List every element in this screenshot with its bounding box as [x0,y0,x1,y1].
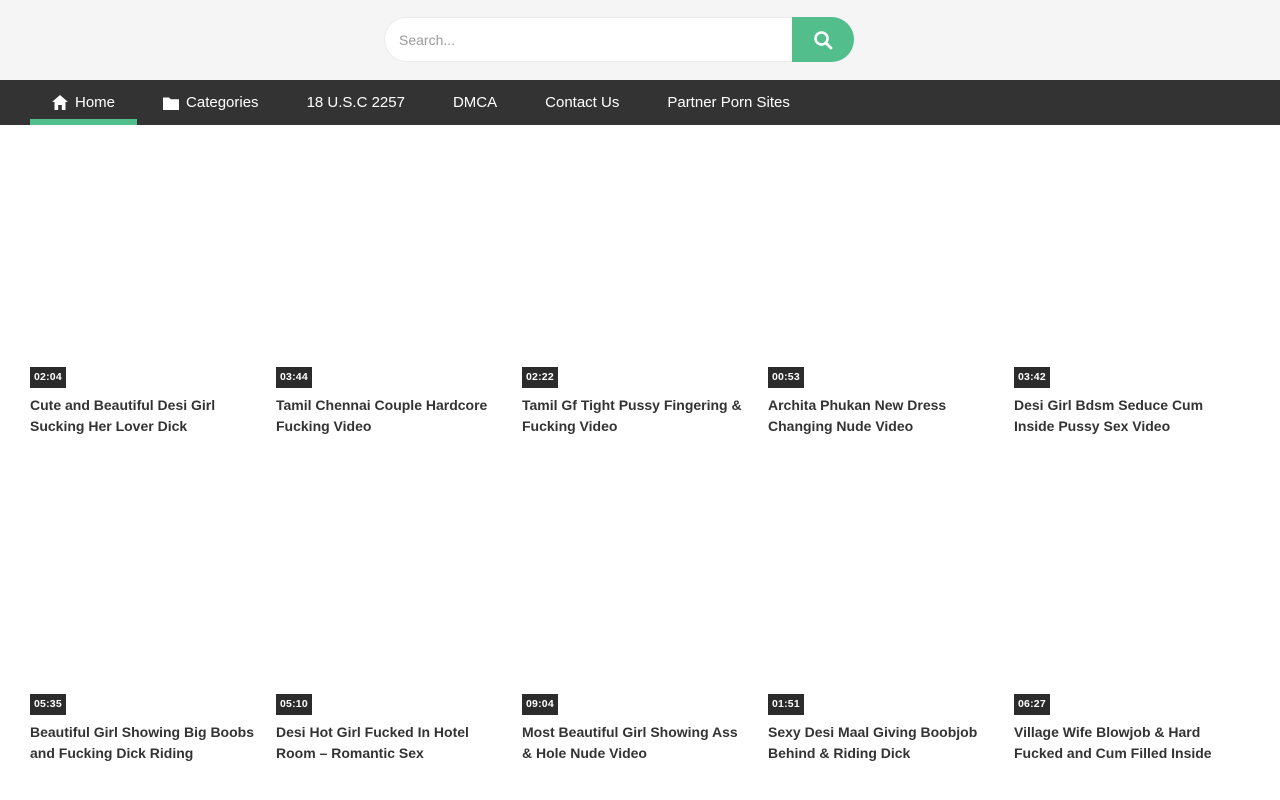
video-thumbnail[interactable]: 02:04 [30,141,263,388]
home-icon [52,95,68,110]
duration-badge: 05:35 [30,694,66,715]
video-card[interactable]: 06:27 Village Wife Blowjob & Hard Fucked… [1014,468,1247,764]
search-form [384,17,854,62]
video-title[interactable]: Desi Girl Bdsm Seduce Cum Inside Pussy S… [1014,395,1242,437]
duration-badge: 03:44 [276,367,312,388]
nav-item-label: Partner Porn Sites [667,94,790,111]
video-thumbnail[interactable]: 00:53 [768,141,1001,388]
video-title[interactable]: Most Beautiful Girl Showing Ass & Hole N… [522,722,750,764]
video-thumbnail[interactable]: 09:04 [522,468,755,715]
nav-item-label: 18 U.S.C 2257 [307,94,405,111]
duration-badge: 06:27 [1014,694,1050,715]
search-icon [811,28,835,52]
video-card[interactable]: 05:10 Desi Hot Girl Fucked In Hotel Room… [276,468,509,764]
video-card[interactable]: 00:53 Archita Phukan New Dress Changing … [768,141,1001,437]
duration-badge: 00:53 [768,367,804,388]
nav-item-label: Contact Us [545,94,619,111]
video-card[interactable]: 03:44 Tamil Chennai Couple Hardcore Fuck… [276,141,509,437]
video-title[interactable]: Cute and Beautiful Desi Girl Sucking Her… [30,395,258,437]
nav-item-label: DMCA [453,94,497,111]
video-title[interactable]: Archita Phukan New Dress Changing Nude V… [768,395,996,437]
video-card[interactable]: 02:22 Tamil Gf Tight Pussy Fingering & F… [522,141,755,437]
nav-item-dmca[interactable]: DMCA [431,80,519,125]
main-nav: Home Categories 18 U.S.C 2257 DMCA Conta… [0,80,1280,125]
video-title[interactable]: Sexy Desi Maal Giving Boobjob Behind & R… [768,722,996,764]
nav-item-label: Categories [186,94,259,111]
nav-item-label: Home [75,94,115,111]
video-thumbnail[interactable]: 05:35 [30,468,263,715]
video-title[interactable]: Tamil Chennai Couple Hardcore Fucking Vi… [276,395,504,437]
video-card[interactable]: 02:04 Cute and Beautiful Desi Girl Sucki… [30,141,263,437]
video-thumbnail[interactable]: 03:44 [276,141,509,388]
nav-item-contact-us[interactable]: Contact Us [523,80,641,125]
duration-badge: 05:10 [276,694,312,715]
duration-badge: 09:04 [522,694,558,715]
nav-item-2257[interactable]: 18 U.S.C 2257 [285,80,427,125]
video-thumbnail[interactable]: 05:10 [276,468,509,715]
search-button[interactable] [792,17,854,62]
video-thumbnail[interactable]: 01:51 [768,468,1001,715]
video-card[interactable]: 09:04 Most Beautiful Girl Showing Ass & … [522,468,755,764]
video-title[interactable]: Tamil Gf Tight Pussy Fingering & Fucking… [522,395,750,437]
video-title[interactable]: Desi Hot Girl Fucked In Hotel Room – Rom… [276,722,504,764]
duration-badge: 02:04 [30,367,66,388]
video-thumbnail[interactable]: 03:42 [1014,141,1247,388]
video-thumbnail[interactable]: 02:22 [522,141,755,388]
folder-icon [163,96,179,110]
video-card[interactable]: 03:42 Desi Girl Bdsm Seduce Cum Inside P… [1014,141,1247,437]
video-card[interactable]: 01:51 Sexy Desi Maal Giving Boobjob Behi… [768,468,1001,764]
video-grid: 02:04 Cute and Beautiful Desi Girl Sucki… [30,141,1240,795]
top-header [0,0,1280,80]
video-card[interactable]: 05:35 Beautiful Girl Showing Big Boobs a… [30,468,263,764]
duration-badge: 03:42 [1014,367,1050,388]
video-title[interactable]: Village Wife Blowjob & Hard Fucked and C… [1014,722,1242,764]
nav-item-categories[interactable]: Categories [141,80,281,125]
duration-badge: 01:51 [768,694,804,715]
nav-item-partner-sites[interactable]: Partner Porn Sites [645,80,812,125]
search-input[interactable] [384,17,792,62]
duration-badge: 02:22 [522,367,558,388]
nav-item-home[interactable]: Home [30,80,137,125]
video-title[interactable]: Beautiful Girl Showing Big Boobs and Fuc… [30,722,258,764]
video-thumbnail[interactable]: 06:27 [1014,468,1247,715]
